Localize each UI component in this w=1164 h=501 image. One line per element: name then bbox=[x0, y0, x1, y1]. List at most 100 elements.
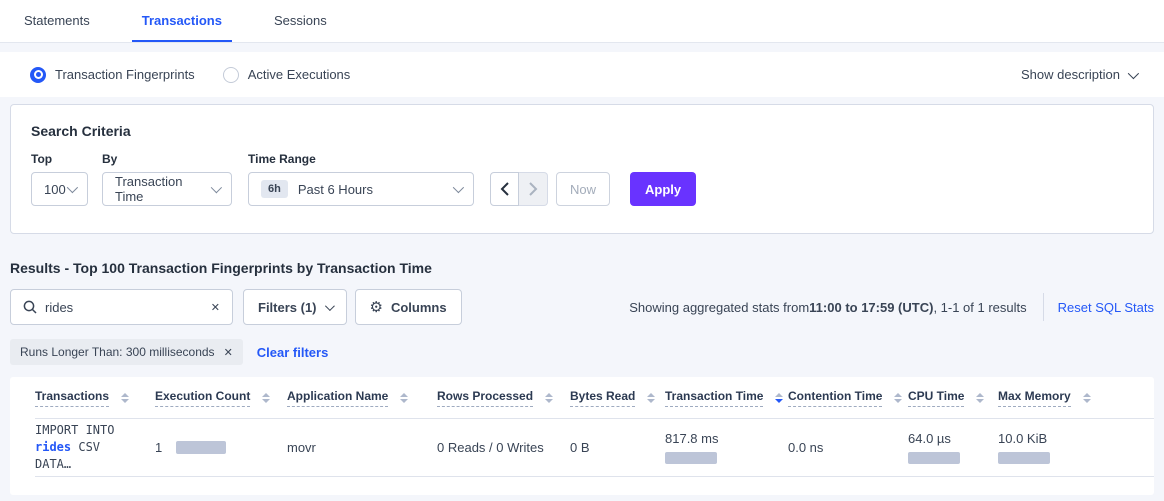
by-label: By bbox=[102, 152, 232, 166]
execution-count-bar bbox=[176, 441, 226, 454]
view-toggle-bar: Transaction Fingerprints Active Executio… bbox=[0, 52, 1164, 97]
max-memory-value: 10.0 KiB bbox=[998, 431, 1047, 446]
time-range-select[interactable]: 6h Past 6 Hours bbox=[248, 172, 474, 206]
radio-label: Transaction Fingerprints bbox=[55, 67, 195, 82]
transaction-fingerprint-link[interactable]: IMPORT INTO rides CSV DATA… bbox=[35, 422, 155, 473]
stats-time-range: 11:00 to 17:59 (UTC) bbox=[809, 300, 933, 315]
sort-toggle-icon[interactable] bbox=[1083, 393, 1091, 403]
time-prev-button[interactable] bbox=[490, 172, 519, 206]
aggregated-stats-text: Showing aggregated stats from 11:00 to 1… bbox=[629, 300, 1026, 315]
col-header-label: Bytes Read bbox=[570, 389, 635, 407]
page-tabs: Statements Transactions Sessions bbox=[0, 0, 1164, 43]
tab-transactions[interactable]: Transactions bbox=[132, 0, 232, 42]
col-header-transaction-time-sorted-desc[interactable]: Transaction Time bbox=[665, 389, 788, 407]
col-header-max-memory[interactable]: Max Memory bbox=[998, 389, 1154, 407]
time-range-value: Past 6 Hours bbox=[298, 182, 373, 197]
by-select[interactable]: Transaction Time bbox=[102, 172, 232, 206]
apply-button[interactable]: Apply bbox=[630, 172, 696, 206]
chevron-down-icon bbox=[324, 301, 334, 311]
execution-count-value: 1 bbox=[155, 440, 162, 455]
sort-toggle-icon[interactable] bbox=[262, 393, 270, 403]
application-name-cell: movr bbox=[287, 440, 437, 455]
sort-toggle-icon[interactable] bbox=[976, 393, 984, 403]
max-memory-bar bbox=[998, 452, 1050, 464]
radio-selected-icon bbox=[30, 67, 46, 83]
transaction-time-cell: 817.8 ms bbox=[665, 431, 788, 464]
reset-sql-stats-link[interactable]: Reset SQL Stats bbox=[1058, 300, 1154, 315]
chevron-down-icon bbox=[67, 182, 78, 193]
search-input[interactable] bbox=[45, 300, 209, 315]
show-description-label: Show description bbox=[1021, 67, 1120, 82]
radio-active-executions[interactable]: Active Executions bbox=[223, 67, 351, 83]
col-header-label: CPU Time bbox=[908, 389, 964, 407]
sort-toggle-icon[interactable] bbox=[545, 393, 553, 403]
stats-prefix: Showing aggregated stats from bbox=[629, 300, 809, 315]
col-header-label: Contention Time bbox=[788, 389, 882, 407]
chevron-left-icon bbox=[500, 182, 509, 196]
transactions-table: Transactions Execution Count Application… bbox=[10, 377, 1154, 495]
col-header-application-name[interactable]: Application Name bbox=[287, 389, 437, 407]
max-memory-cell: 10.0 KiB bbox=[998, 431, 1154, 464]
table-header-row: Transactions Execution Count Application… bbox=[35, 377, 1154, 419]
tab-statements[interactable]: Statements bbox=[14, 0, 100, 42]
filters-button-label: Filters (1) bbox=[258, 300, 317, 315]
col-header-label: Transaction Time bbox=[665, 389, 763, 407]
clear-search-icon[interactable]: ✕ bbox=[209, 299, 222, 316]
divider bbox=[1043, 293, 1044, 321]
top-select[interactable]: 100 bbox=[31, 172, 88, 206]
col-header-contention-time[interactable]: Contention Time bbox=[788, 389, 908, 407]
sort-toggle-icon[interactable] bbox=[121, 393, 129, 403]
by-select-value: Transaction Time bbox=[115, 174, 211, 204]
search-criteria-panel: Search Criteria Top 100 By Transaction T… bbox=[10, 104, 1154, 234]
sort-toggle-icon[interactable] bbox=[400, 393, 408, 403]
sort-toggle-icon[interactable] bbox=[647, 393, 655, 403]
col-header-execution-count[interactable]: Execution Count bbox=[155, 389, 287, 407]
cpu-time-value: 64.0 µs bbox=[908, 431, 951, 446]
col-header-cpu-time[interactable]: CPU Time bbox=[908, 389, 998, 407]
filter-chip-runs-longer-than: Runs Longer Than: 300 milliseconds ✕ bbox=[10, 339, 243, 365]
remove-filter-icon[interactable]: ✕ bbox=[224, 346, 233, 359]
results-search-box: ✕ bbox=[10, 289, 233, 325]
time-range-badge: 6h bbox=[261, 180, 288, 198]
col-header-label: Application Name bbox=[287, 389, 388, 407]
columns-button[interactable]: ⚙ Columns bbox=[355, 289, 462, 325]
time-next-button-disabled[interactable] bbox=[519, 172, 548, 206]
top-label: Top bbox=[31, 152, 88, 166]
col-header-transactions[interactable]: Transactions bbox=[35, 389, 155, 407]
col-header-bytes-read[interactable]: Bytes Read bbox=[570, 389, 665, 407]
search-criteria-title: Search Criteria bbox=[31, 123, 1133, 139]
col-header-label: Execution Count bbox=[155, 389, 250, 407]
search-icon bbox=[23, 300, 37, 314]
time-range-label: Time Range bbox=[248, 152, 474, 166]
bytes-read-cell: 0 B bbox=[570, 440, 665, 455]
radio-label: Active Executions bbox=[248, 67, 351, 82]
table-row: IMPORT INTO rides CSV DATA… 1 movr 0 Rea… bbox=[35, 419, 1154, 477]
top-select-value: 100 bbox=[44, 182, 66, 197]
now-button[interactable]: Now bbox=[556, 172, 610, 206]
sql-line-2: rides CSV DATA… bbox=[35, 439, 143, 473]
clear-filters-link[interactable]: Clear filters bbox=[257, 345, 329, 360]
chevron-down-icon bbox=[1128, 67, 1139, 78]
transaction-time-bar bbox=[665, 452, 717, 464]
col-header-label: Transactions bbox=[35, 389, 109, 407]
radio-unselected-icon bbox=[223, 67, 239, 83]
radio-transaction-fingerprints[interactable]: Transaction Fingerprints bbox=[30, 67, 195, 83]
chevron-down-icon bbox=[453, 182, 464, 193]
col-header-rows-processed[interactable]: Rows Processed bbox=[437, 389, 570, 407]
tab-sessions[interactable]: Sessions bbox=[264, 0, 337, 42]
col-header-label: Max Memory bbox=[998, 389, 1071, 407]
sort-toggle-icon[interactable] bbox=[775, 393, 783, 403]
stats-suffix: , 1-1 of 1 results bbox=[933, 300, 1026, 315]
filter-chip-label: Runs Longer Than: 300 milliseconds bbox=[20, 345, 215, 359]
contention-time-cell: 0.0 ns bbox=[788, 440, 908, 455]
results-heading: Results - Top 100 Transaction Fingerprin… bbox=[10, 260, 1154, 276]
now-button-label: Now bbox=[570, 182, 596, 197]
sql-line-1: IMPORT INTO bbox=[35, 422, 143, 439]
filters-button[interactable]: Filters (1) bbox=[243, 289, 347, 325]
show-description-toggle[interactable]: Show description bbox=[1021, 67, 1136, 82]
col-header-label: Rows Processed bbox=[437, 389, 533, 407]
gear-icon: ⚙ bbox=[370, 300, 383, 315]
cpu-time-cell: 64.0 µs bbox=[908, 431, 998, 464]
results-section: Results - Top 100 Transaction Fingerprin… bbox=[0, 260, 1164, 495]
sort-toggle-icon[interactable] bbox=[894, 393, 902, 403]
